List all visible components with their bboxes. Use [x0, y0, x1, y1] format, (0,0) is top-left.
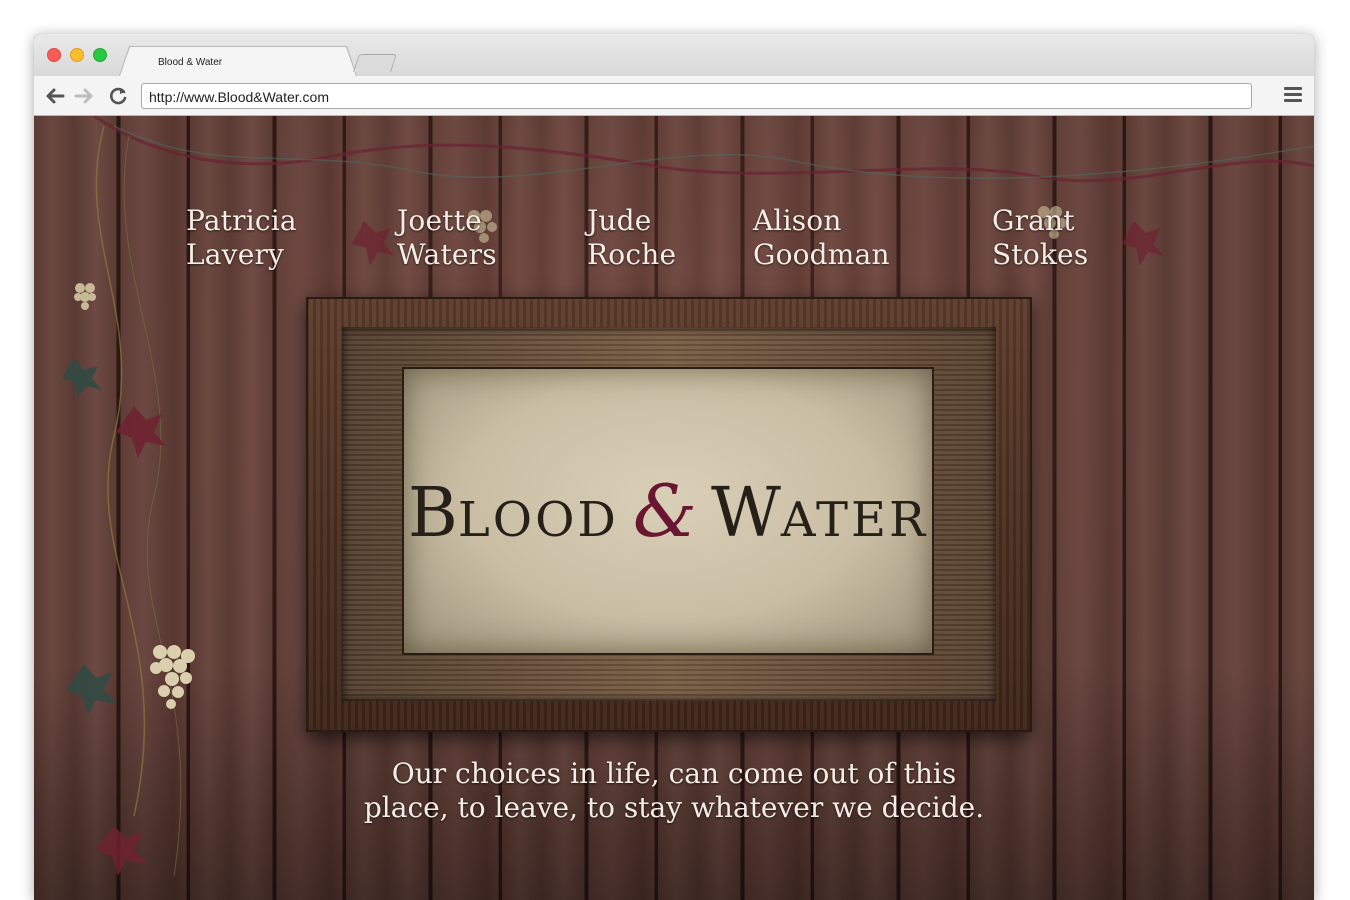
menu-icon[interactable]: [1284, 87, 1302, 105]
browser-toolbar: http://www.Blood&Water.com: [34, 76, 1314, 116]
grape-cluster-icon: [150, 645, 195, 709]
wooden-frame: BLOOD & WATER: [306, 297, 1032, 732]
address-bar[interactable]: http://www.Blood&Water.com: [141, 83, 1252, 109]
tab-title: Blood & Water: [158, 57, 223, 68]
nav-link-jude-roche[interactable]: Jude Roche: [587, 204, 676, 272]
maximize-window-button[interactable]: [93, 48, 107, 62]
leaf-icon: [116, 406, 166, 458]
tagline: Our choices in life, can come out of thi…: [363, 757, 985, 824]
browser-window: Blood & Water http://www.Blood&Water.com: [34, 34, 1314, 900]
nav-link-grant-stokes[interactable]: Grant Stokes: [992, 204, 1088, 272]
forward-arrow-icon[interactable]: [73, 85, 95, 107]
leaf-icon: [62, 358, 102, 398]
logo-ampersand: &: [632, 469, 697, 553]
new-tab-button[interactable]: [353, 54, 397, 72]
back-arrow-icon[interactable]: [44, 85, 66, 107]
site-logo: BLOOD & WATER: [407, 469, 929, 553]
nav-link-alison-goodman[interactable]: Alison Goodman: [753, 204, 890, 272]
nav-link-patricia-lavery[interactable]: Patricia Lavery: [186, 204, 297, 272]
nav-link-joette-waters[interactable]: Joette Waters: [397, 204, 497, 272]
reload-icon[interactable]: [107, 85, 129, 107]
grape-cluster-icon: [74, 283, 96, 310]
frame-moulding: BLOOD & WATER: [342, 327, 996, 701]
logo-canvas: BLOOD & WATER: [404, 369, 932, 653]
close-window-button[interactable]: [47, 48, 61, 62]
tab-strip: Blood & Water: [34, 34, 1314, 76]
browser-tab[interactable]: Blood & Water: [120, 47, 356, 76]
minimize-window-button[interactable]: [70, 48, 84, 62]
cast-navigation: Patricia Lavery Joette Waters Jude Roche…: [34, 204, 1314, 284]
page-content: Patricia Lavery Joette Waters Jude Roche…: [34, 116, 1314, 900]
leaf-icon: [66, 664, 116, 716]
url-text: http://www.Blood&Water.com: [149, 89, 329, 105]
leaf-icon: [96, 826, 146, 876]
